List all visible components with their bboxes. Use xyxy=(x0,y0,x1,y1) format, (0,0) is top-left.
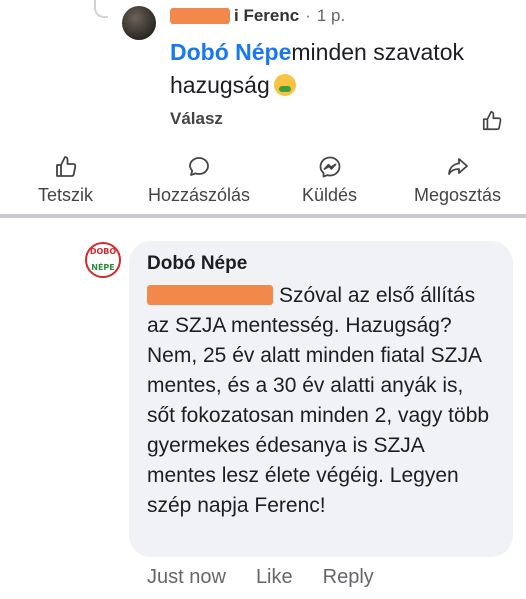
comment-like-button[interactable]: Like xyxy=(256,566,293,589)
thumbs-up-icon[interactable] xyxy=(481,110,503,132)
nauseated-face-icon xyxy=(273,74,296,96)
comment-text: Szóval az első állítás az SZJA mentesség… xyxy=(147,281,495,521)
thread-connector xyxy=(94,0,108,18)
reply-button[interactable]: Válasz xyxy=(170,109,223,129)
separator-dot: · xyxy=(305,6,311,25)
send-label: Küldés xyxy=(302,185,358,205)
avatar-logo-bottom: NÉPE xyxy=(91,263,115,272)
redacted-mention xyxy=(147,285,273,305)
like-label: Tetszik xyxy=(38,185,94,205)
section-divider xyxy=(0,214,526,218)
avatar-logo-top: DOBÓ xyxy=(89,247,117,256)
avatar[interactable] xyxy=(122,6,156,40)
comment-author-name[interactable]: Dobó Népe xyxy=(147,253,495,275)
thumbs-up-icon xyxy=(55,156,76,177)
post-action-bar: Tetszik Hozzászólás Küldés Megosztás xyxy=(0,155,526,213)
reply-author-name[interactable]: i Ferenc xyxy=(234,6,299,26)
share-label: Megosztás xyxy=(414,185,502,205)
comment-reply-button[interactable]: Reply xyxy=(323,566,374,589)
comment-footer: Just now Like Reply xyxy=(147,566,374,589)
comment-bubble-icon xyxy=(189,157,209,176)
reply-text: Dobó Népeminden szavatok hazugság xyxy=(170,36,500,102)
like-button[interactable]: Tetszik xyxy=(38,155,93,206)
reply-header: i Ferenc · 1 p. xyxy=(170,6,345,26)
mention-link[interactable]: Dobó Népe xyxy=(170,39,291,65)
comment-bubble: Dobó Népe Szóval az első állítás az SZJA… xyxy=(129,241,513,557)
send-button[interactable]: Küldés xyxy=(302,155,357,206)
share-arrow-icon xyxy=(447,158,468,175)
comment-label: Hozzászólás xyxy=(148,185,251,205)
share-button[interactable]: Megosztás xyxy=(414,155,501,206)
page-avatar[interactable]: DOBÓ NÉPE xyxy=(85,242,121,278)
comment-timestamp[interactable]: Just now xyxy=(147,566,226,589)
reply-timestamp[interactable]: 1 p. xyxy=(317,6,345,26)
comment-button[interactable]: Hozzászólás xyxy=(148,155,250,206)
redacted-name xyxy=(170,8,230,24)
messenger-icon xyxy=(319,156,340,178)
comment-body: Szóval az első állítás az SZJA mentesség… xyxy=(147,284,490,517)
